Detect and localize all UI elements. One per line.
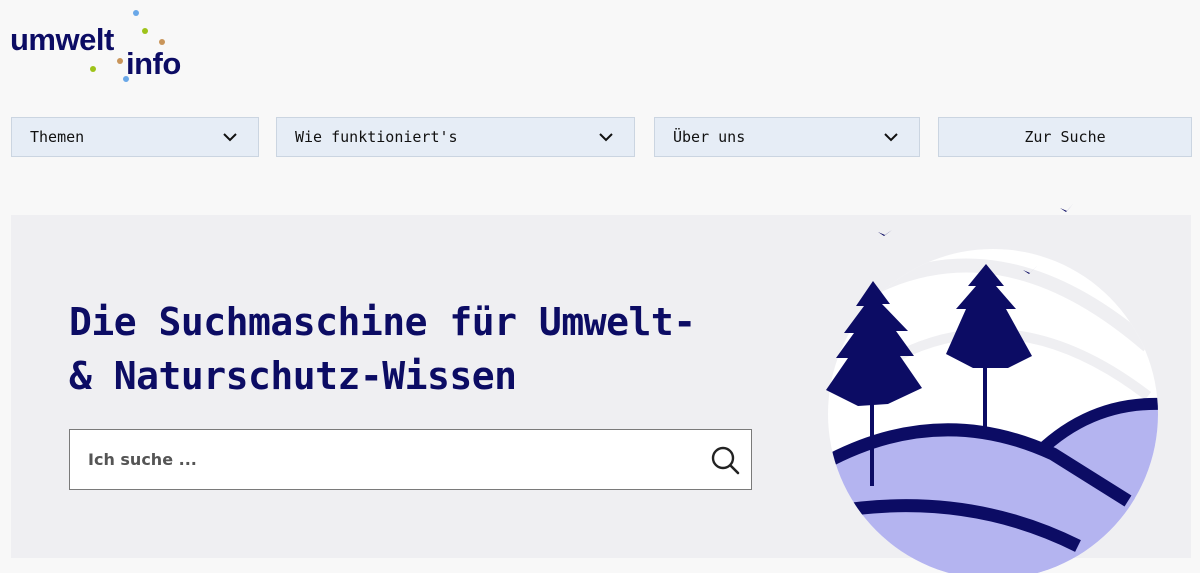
nav-themen[interactable]: Themen (11, 117, 259, 157)
hero-title-line2: & Naturschutz-Wissen (69, 354, 517, 398)
logo-dot (133, 10, 139, 16)
chevron-down-icon (223, 133, 237, 142)
nav-themen-label: Themen (30, 128, 85, 146)
bird-icon (1060, 204, 1073, 212)
search-icon[interactable] (709, 444, 741, 476)
chevron-down-icon (599, 133, 613, 142)
search-box (69, 429, 752, 490)
nav-ueber-uns[interactable]: Über uns (654, 117, 920, 157)
chevron-down-icon (884, 133, 898, 142)
nav-wie-funktionierts[interactable]: Wie funktioniert's (276, 117, 635, 157)
logo-word-umwelt: umwelt (10, 22, 114, 57)
nav-zur-suche[interactable]: Zur Suche (938, 117, 1192, 157)
logo-dot (123, 76, 129, 82)
logo-word-info: info (126, 46, 181, 81)
hero-title: Die Suchmaschine für Umwelt- & Naturschu… (69, 295, 789, 403)
bird-icon (878, 230, 892, 236)
search-input[interactable] (70, 430, 690, 489)
logo-dot (117, 58, 123, 64)
nav-zur-suche-label: Zur Suche (1024, 128, 1106, 146)
logo-dot (159, 39, 165, 45)
site-logo[interactable]: umwelt info (10, 8, 210, 88)
logo-dot (90, 66, 96, 72)
nav-ueber-uns-label: Über uns (673, 128, 746, 146)
logo-dot (142, 28, 148, 34)
landscape-illustration (826, 204, 1158, 573)
nav-wie-funktionierts-label: Wie funktioniert's (295, 128, 458, 146)
hero-title-line1: Die Suchmaschine für Umwelt- (69, 300, 696, 344)
